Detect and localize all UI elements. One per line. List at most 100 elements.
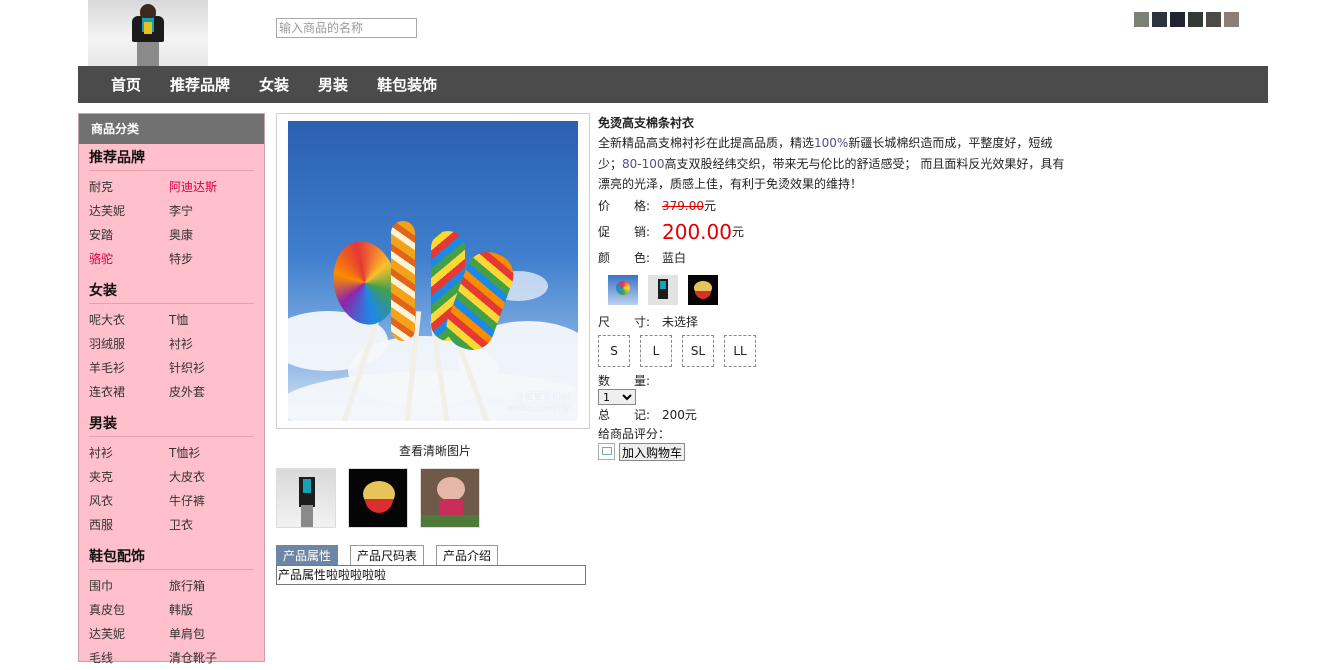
category-link[interactable]: 牛仔裤 xyxy=(169,489,249,513)
image-gallery xyxy=(276,468,480,528)
gallery-thumb-1[interactable] xyxy=(276,468,336,528)
tab-size-chart[interactable]: 产品尺码表 xyxy=(350,545,425,566)
search-input[interactable] xyxy=(276,18,417,38)
original-price: 379.00 xyxy=(662,198,704,213)
category-link[interactable]: 真皮包 xyxy=(89,598,169,622)
product-info: 免烫高支棉条衬衣 全新精品高支棉衬衫在此提高品质，精选100%新疆长城棉织造而成… xyxy=(598,114,1068,461)
category-items: 衬衫 T恤衫 夹克 大皮衣 风衣 牛仔裤 西服 卫衣 xyxy=(89,441,254,537)
category-link[interactable]: 围巾 xyxy=(89,574,169,598)
color-swatch-person[interactable] xyxy=(648,274,678,305)
tab-content: 产品属性啦啦啦啦啦 xyxy=(276,565,586,585)
tab-attributes[interactable]: 产品属性 xyxy=(276,545,339,566)
category-link[interactable]: 达芙妮 xyxy=(89,622,169,646)
size-option-sl[interactable]: SL xyxy=(682,334,714,367)
category-link[interactable]: 西服 xyxy=(89,513,169,537)
category-link[interactable]: 韩版 xyxy=(169,598,249,622)
category-group: 推荐品牌耐克 阿迪达斯 达芙妮 李宁 安踏 奥康 骆驼 特步 xyxy=(79,144,264,271)
promo-label: 促 销: xyxy=(598,225,651,239)
color-swatch-lollipop[interactable] xyxy=(608,274,638,305)
header-thumbnails xyxy=(1134,12,1239,27)
rating-label: 给商品评分： xyxy=(598,426,671,441)
nav-home[interactable]: 首页 xyxy=(111,74,141,95)
category-link[interactable]: 阿迪达斯 xyxy=(169,175,249,199)
header-thumb[interactable] xyxy=(1152,12,1167,27)
tab-introduction[interactable]: 产品介绍 xyxy=(436,545,499,566)
category-link[interactable]: 夹克 xyxy=(89,465,169,489)
header-thumb[interactable] xyxy=(1134,12,1149,27)
gallery-thumb-2[interactable] xyxy=(348,468,408,528)
category-link[interactable]: 特步 xyxy=(169,247,249,271)
price-unit: 元 xyxy=(704,199,717,213)
category-link[interactable]: 骆驼 xyxy=(89,247,169,271)
sale-price-unit: 元 xyxy=(731,225,744,239)
category-link[interactable]: 针织衫 xyxy=(169,356,249,380)
main-nav: 首页 推荐品牌 女装 男装 鞋包装饰 xyxy=(78,66,1268,103)
category-link[interactable]: 旅行箱 xyxy=(169,574,249,598)
nav-brands[interactable]: 推荐品牌 xyxy=(170,74,230,95)
nav-women[interactable]: 女装 xyxy=(259,74,289,95)
category-sidebar: 商品分类 推荐品牌 耐克 阿迪达斯 达芙妮 李宁 安踏 奥康 骆驼 特步 女装 呢大衣 T恤 羽绒服 衬衫… xyxy=(78,113,265,665)
gallery-thumb-3[interactable] xyxy=(420,468,480,528)
add-to-cart-button[interactable]: 加入购物车 xyxy=(619,442,686,461)
size-option-ll[interactable]: LL xyxy=(724,334,756,367)
category-title[interactable]: 男装 xyxy=(89,410,254,437)
category-link[interactable]: 耐克 xyxy=(89,175,169,199)
view-clear-image-link[interactable]: 查看清晰图片 xyxy=(276,442,594,459)
category-link[interactable]: 连衣裙 xyxy=(89,380,169,404)
size-options: S L SL LL xyxy=(598,334,1068,367)
category-link[interactable]: 安踏 xyxy=(89,223,169,247)
category-link[interactable]: 李宁 xyxy=(169,199,249,223)
category-items: 耐克 阿迪达斯 达芙妮 李宁 安踏 奥康 骆驼 特步 xyxy=(89,175,254,271)
category-link[interactable]: 衬衫 xyxy=(89,441,169,465)
header-thumb[interactable] xyxy=(1224,12,1239,27)
sidebar-title: 商品分类 xyxy=(79,114,264,144)
product-main-image[interactable]: @星星爱初01 weibo.com/dyl xyxy=(276,113,590,429)
product-description: 全新精品高支棉衬衫在此提高品质，精选100%新疆长城棉织造而成，平整度好，短绒少… xyxy=(598,136,1065,191)
logo-image[interactable] xyxy=(88,0,208,66)
category-link[interactable]: 呢大衣 xyxy=(89,308,169,332)
nav-men[interactable]: 男装 xyxy=(318,74,348,95)
color-row: 颜 色: 蓝白 xyxy=(598,247,1068,269)
category-link[interactable]: 达芙妮 xyxy=(89,199,169,223)
total-row: 总 记: 200元 xyxy=(598,405,1068,425)
category-link[interactable]: 风衣 xyxy=(89,489,169,513)
broken-image-icon xyxy=(598,443,615,460)
color-swatches xyxy=(608,274,1068,305)
total-label: 总 记: xyxy=(598,408,651,422)
category-title[interactable]: 推荐品牌 xyxy=(89,144,254,171)
category-link[interactable]: T恤衫 xyxy=(169,441,249,465)
size-label: 尺 寸: xyxy=(598,315,651,329)
cart-row: 加入购物车 xyxy=(598,442,1068,461)
category-title[interactable]: 鞋包配饰 xyxy=(89,543,254,570)
category-link[interactable]: 清仓靴子 xyxy=(169,646,249,670)
header-thumb[interactable] xyxy=(1170,12,1185,27)
size-option-s[interactable]: S xyxy=(598,334,630,367)
category-link[interactable]: 奥康 xyxy=(169,223,249,247)
category-link[interactable]: 羽绒服 xyxy=(89,332,169,356)
category-link[interactable]: T恤 xyxy=(169,308,249,332)
quantity-select[interactable]: 1 xyxy=(598,388,636,405)
color-swatch-watermelon[interactable] xyxy=(688,274,718,305)
category-link[interactable]: 衬衫 xyxy=(169,332,249,356)
header-thumb[interactable] xyxy=(1206,12,1221,27)
category-link[interactable]: 皮外套 xyxy=(169,380,249,404)
category-group: 女装呢大衣 T恤 羽绒服 衬衫 羊毛衫 针织衫 连衣裙 皮外套 xyxy=(79,277,264,404)
category-link[interactable]: 羊毛衫 xyxy=(89,356,169,380)
category-link[interactable]: 卫衣 xyxy=(169,513,249,537)
category-items: 围巾 旅行箱 真皮包 韩版 达芙妮 单肩包 毛线 清仓靴子 xyxy=(89,574,254,670)
price-label: 价 格: xyxy=(598,199,651,213)
category-link[interactable]: 毛线 xyxy=(89,646,169,670)
color-label: 颜 色: xyxy=(598,251,651,265)
size-row: 尺 寸: 未选择 xyxy=(598,311,1068,333)
category-items: 呢大衣 T恤 羽绒服 衬衫 羊毛衫 针织衫 连衣裙 皮外套 xyxy=(89,308,254,404)
product-title: 免烫高支棉条衬衣 xyxy=(598,116,695,130)
category-group: 男装衬衫 T恤衫 夹克 大皮衣 风衣 牛仔裤 西服 卫衣 xyxy=(79,410,264,537)
size-option-l[interactable]: L xyxy=(640,334,672,367)
nav-accessories[interactable]: 鞋包装饰 xyxy=(377,74,437,95)
header-thumb[interactable] xyxy=(1188,12,1203,27)
color-value: 蓝白 xyxy=(662,251,687,265)
qty-row: 数 量: xyxy=(598,373,1068,389)
category-title[interactable]: 女装 xyxy=(89,277,254,304)
category-link[interactable]: 大皮衣 xyxy=(169,465,249,489)
category-link[interactable]: 单肩包 xyxy=(169,622,249,646)
